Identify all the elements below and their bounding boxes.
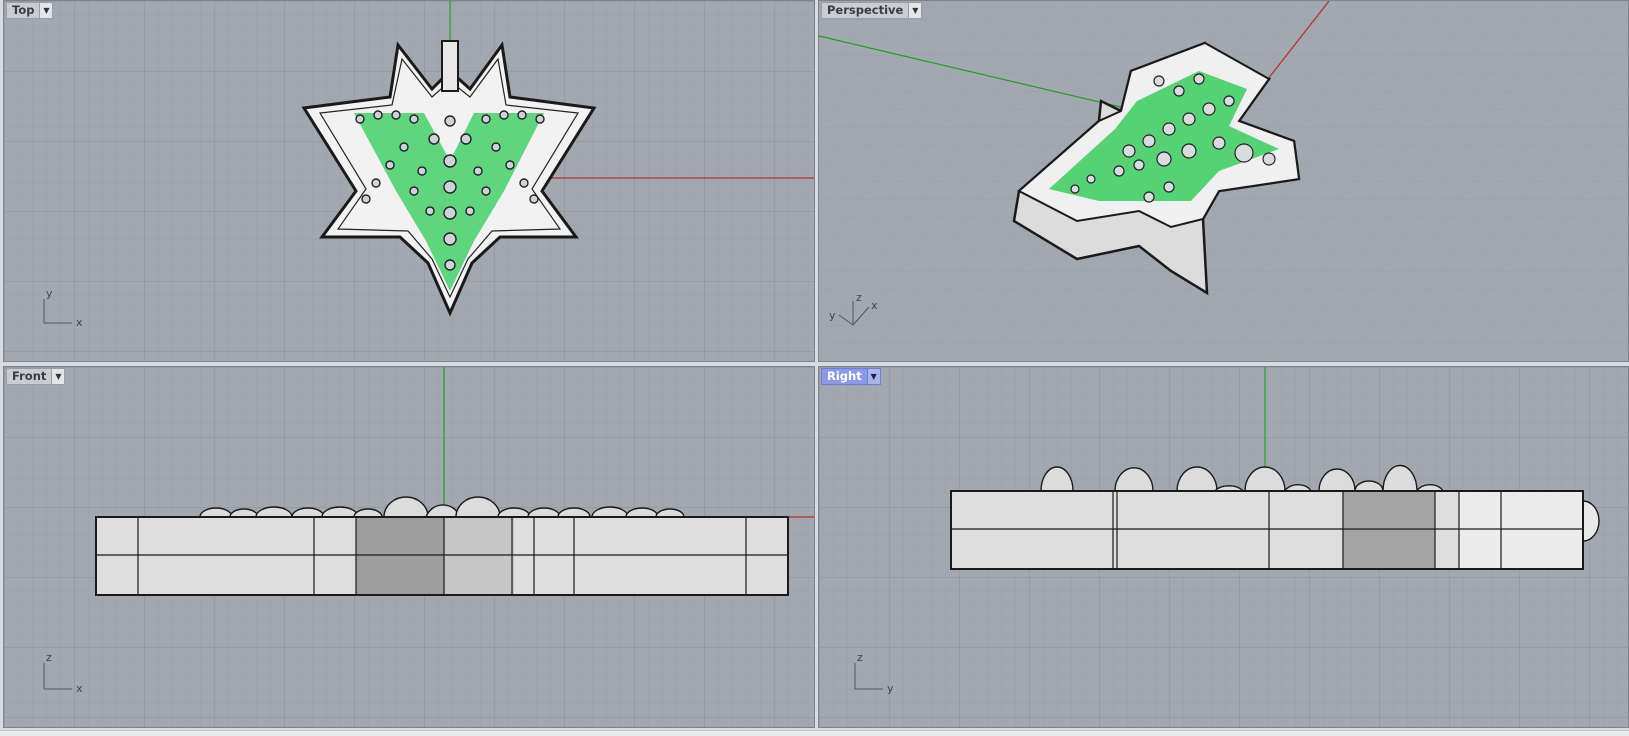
- chevron-down-icon[interactable]: ▼: [866, 369, 880, 384]
- viewport-title: Front: [12, 369, 47, 383]
- viewport-right[interactable]: z y Right ▼: [818, 366, 1629, 728]
- axis-label-y: y: [887, 682, 894, 695]
- axis-label-x: x: [871, 299, 878, 312]
- bottom-status-strip: [0, 730, 1629, 736]
- viewport-title: Perspective: [827, 3, 904, 17]
- axis-label-y: y: [829, 309, 836, 322]
- viewport-top[interactable]: y x Top ▼: [3, 0, 815, 362]
- perspective-view-scene: y z x: [819, 1, 1628, 361]
- axis-label-z: z: [856, 291, 862, 304]
- viewport-title: Right: [827, 369, 862, 383]
- front-view-scene: z x: [4, 367, 814, 727]
- viewport-tab-perspective[interactable]: Perspective ▼: [821, 2, 923, 19]
- top-view-scene: y x: [4, 1, 814, 361]
- axis-label-z: z: [46, 651, 52, 664]
- chevron-down-icon[interactable]: ▼: [39, 3, 53, 18]
- viewport-title: Top: [12, 3, 35, 17]
- axis-label-x: x: [76, 316, 83, 329]
- right-view-scene: z y: [819, 367, 1628, 727]
- viewport-tab-right[interactable]: Right ▼: [821, 368, 881, 385]
- viewport-perspective[interactable]: y z x Perspective ▼: [818, 0, 1629, 362]
- axis-label-z: z: [857, 651, 863, 664]
- chevron-down-icon[interactable]: ▼: [51, 369, 65, 384]
- axis-label-x: x: [76, 682, 83, 695]
- viewport-tab-front[interactable]: Front ▼: [6, 368, 66, 385]
- chevron-down-icon[interactable]: ▼: [908, 3, 922, 18]
- viewport-tab-top[interactable]: Top ▼: [6, 2, 54, 19]
- axis-label-y: y: [46, 287, 53, 300]
- viewport-front[interactable]: z x Front ▼: [3, 366, 815, 728]
